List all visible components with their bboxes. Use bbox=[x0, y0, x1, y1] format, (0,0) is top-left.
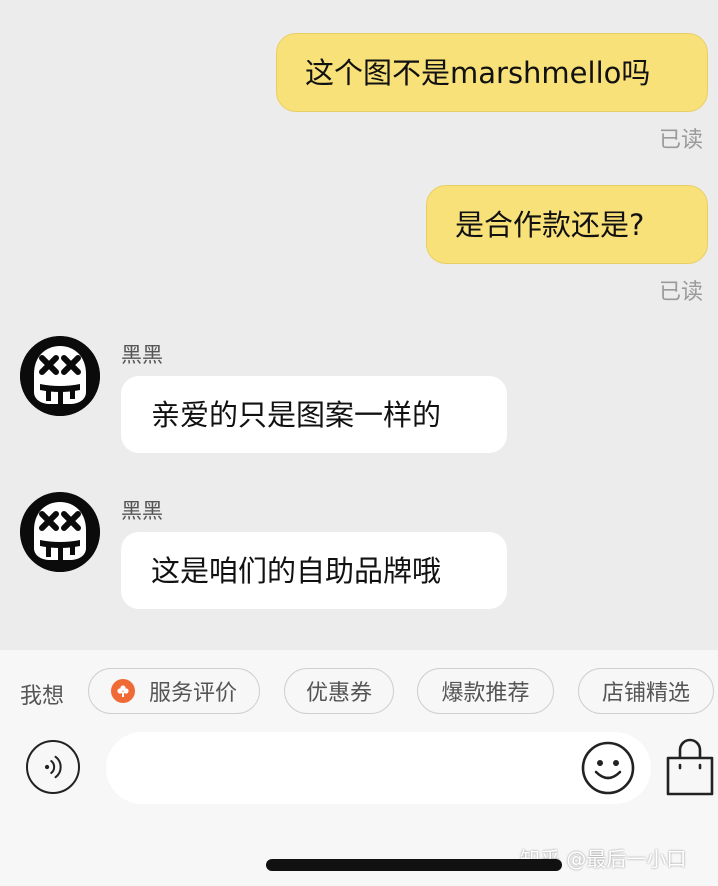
chip-coupon[interactable]: 优惠券 bbox=[284, 668, 394, 714]
message-input[interactable] bbox=[106, 732, 651, 804]
emoji-icon bbox=[581, 741, 635, 795]
message-text: 亲爱的只是图案一样的 bbox=[151, 397, 442, 432]
marshmello-avatar-icon bbox=[20, 492, 100, 572]
home-indicator[interactable] bbox=[266, 859, 562, 871]
read-status: 已读 bbox=[659, 128, 704, 153]
sender-name: 黑黑 bbox=[121, 343, 163, 367]
outgoing-message-bubble[interactable]: 是合作款还是? bbox=[426, 185, 708, 264]
rating-flower-icon bbox=[110, 679, 135, 703]
chip-store-picks[interactable]: 店铺精选 bbox=[578, 668, 714, 714]
sender-name: 黑黑 bbox=[121, 499, 163, 523]
avatar[interactable] bbox=[20, 492, 100, 572]
chip-label: 服务评价 bbox=[148, 681, 237, 706]
chip-label: 店铺精选 bbox=[601, 681, 690, 706]
chip-label: 爆款推荐 bbox=[441, 681, 530, 706]
incoming-message-bubble[interactable]: 这是咱们的自助品牌哦 bbox=[121, 532, 507, 609]
quick-bar-label: 我想 bbox=[20, 684, 65, 709]
read-status: 已读 bbox=[659, 280, 704, 305]
chat-area: 这个图不是marshmello吗 已读 是合作款还是? 已读 黑黑 亲爱的只是图… bbox=[0, 0, 718, 650]
chip-service-rating[interactable]: 服务评价 bbox=[88, 668, 260, 714]
voice-icon bbox=[44, 755, 62, 779]
input-panel: 我想 服务评价 优惠券 爆款推荐 店铺精选 知乎 @最后一小口 bbox=[0, 650, 718, 886]
message-text: 这是咱们的自助品牌哦 bbox=[151, 553, 442, 588]
message-text: 这个图不是marshmello吗 bbox=[305, 55, 651, 90]
shopping-bag-icon bbox=[666, 738, 714, 796]
incoming-message-bubble[interactable]: 亲爱的只是图案一样的 bbox=[121, 376, 507, 453]
chip-hot-recommend[interactable]: 爆款推荐 bbox=[417, 668, 554, 714]
chip-label: 优惠券 bbox=[305, 681, 372, 706]
avatar[interactable] bbox=[20, 336, 100, 416]
shop-button[interactable] bbox=[664, 738, 716, 798]
marshmello-avatar-icon bbox=[20, 336, 100, 416]
outgoing-message-bubble[interactable]: 这个图不是marshmello吗 bbox=[276, 33, 708, 112]
emoji-button[interactable] bbox=[580, 740, 636, 796]
message-text: 是合作款还是? bbox=[455, 207, 645, 242]
voice-button[interactable] bbox=[26, 740, 80, 794]
